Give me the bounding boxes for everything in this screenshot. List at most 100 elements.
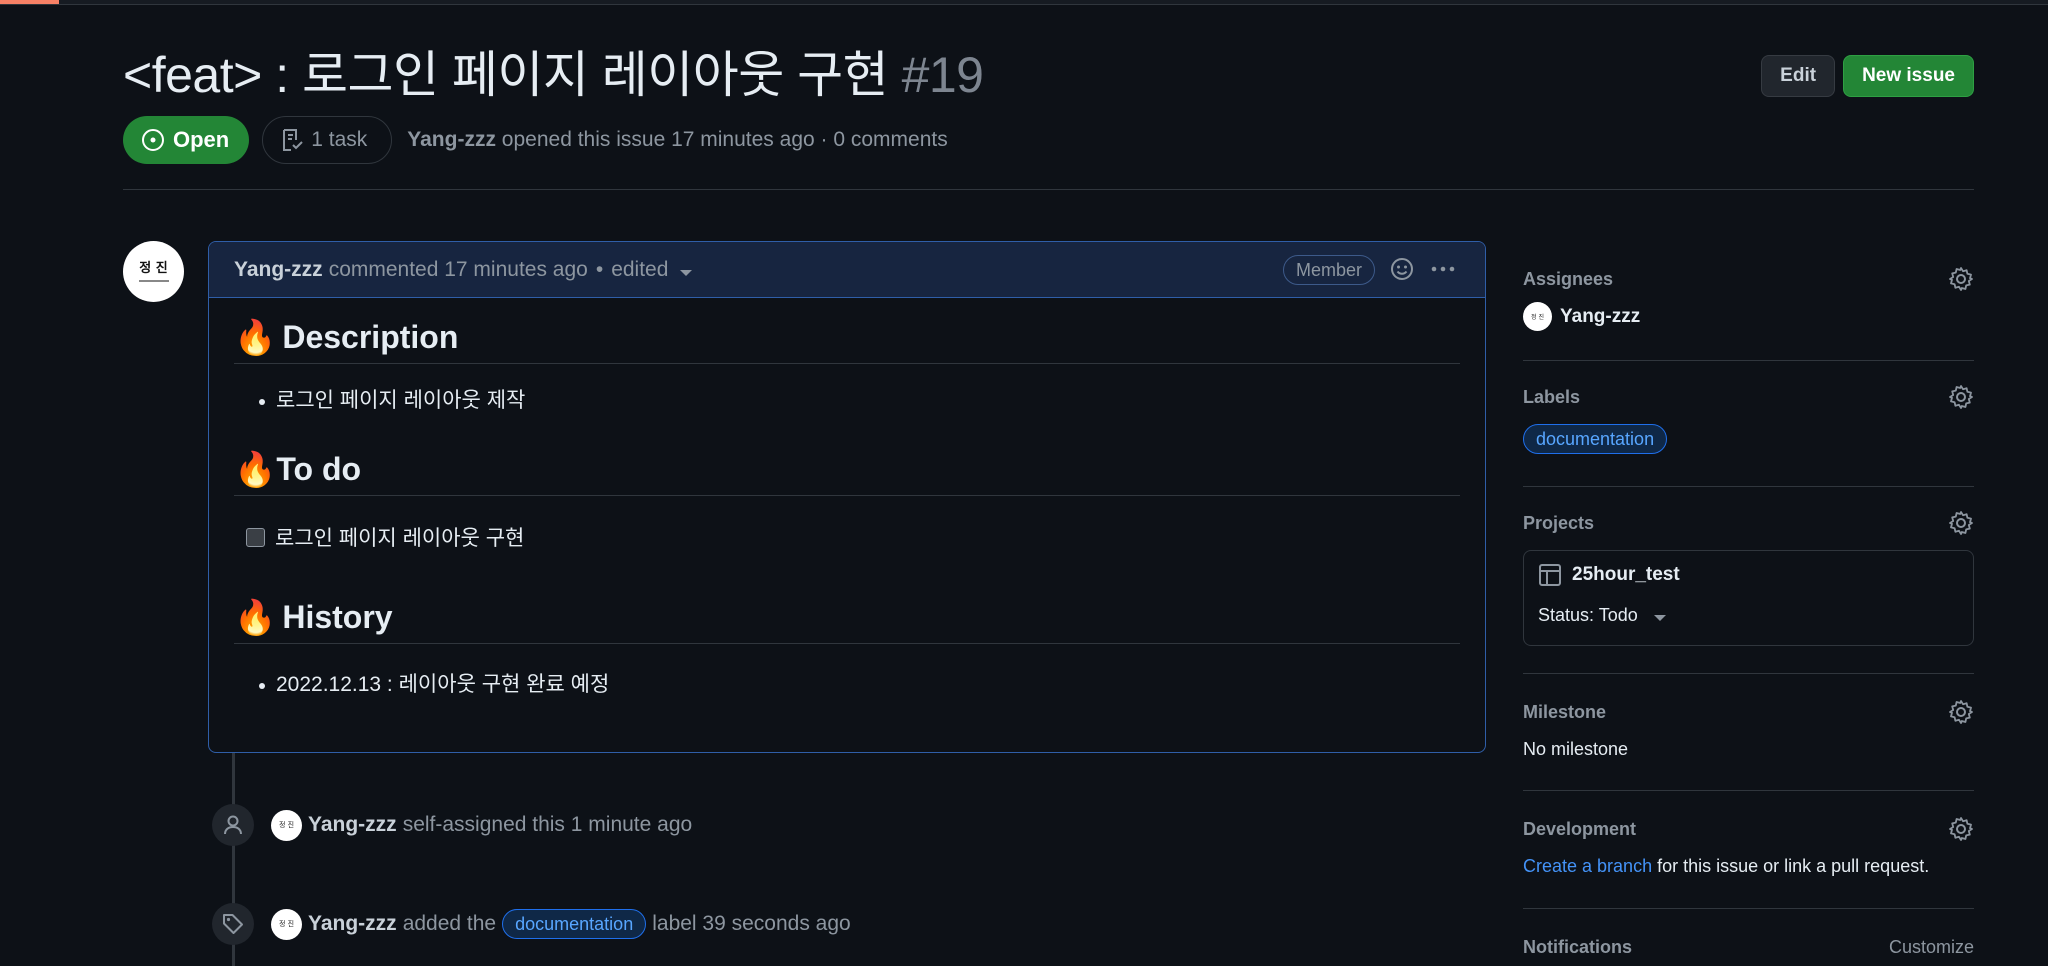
- timeline-action-text: self-assigned this 1 minute ago: [402, 813, 693, 836]
- gear-icon[interactable]: [1948, 816, 1974, 842]
- issue-sidebar: Assignees 정 진 Yang-zzz Labels documentat…: [1523, 255, 1974, 960]
- section-heading-text: To do: [276, 451, 362, 487]
- edit-button[interactable]: Edit: [1761, 55, 1836, 97]
- issue-opened-text: opened this issue 17 minutes ago · 0 com…: [501, 128, 948, 151]
- history-list: 2022.12.13 : 레이아웃 구현 완료 예정: [234, 670, 1460, 700]
- gear-icon[interactable]: [1948, 510, 1974, 536]
- section-heading-text: Description: [282, 319, 459, 355]
- timeline-event-assigned: 정 진 Yang-zzz self-assigned this 1 minute…: [212, 804, 692, 846]
- issue-comment: Yang-zzz commented 17 minutes ago • edit…: [208, 241, 1486, 753]
- issue-state-badge: Open: [123, 116, 250, 164]
- project-card[interactable]: 25hour_test Status: Todo: [1523, 550, 1974, 646]
- issue-title-text: <feat> : 로그인 페이지 레이아웃 구현: [123, 47, 889, 103]
- kebab-horizontal-icon[interactable]: [1429, 256, 1457, 282]
- issue-author-link[interactable]: Yang-zzz: [407, 128, 496, 151]
- label-documentation[interactable]: documentation: [502, 909, 647, 939]
- assignee-item[interactable]: 정 진 Yang-zzz: [1523, 302, 1974, 331]
- timeline-icon-badge: [212, 903, 254, 945]
- task-label: 로그인 페이지 레이아웃 구현: [275, 527, 525, 550]
- gear-icon[interactable]: [1948, 384, 1974, 410]
- tag-icon: [223, 914, 243, 934]
- sidebar-section-title: Development: [1523, 818, 1637, 839]
- timeline-text: Yang-zzz added the documentation label 3…: [308, 909, 851, 939]
- timeline-icon-badge: [212, 804, 254, 846]
- issue-opened-icon: [142, 129, 164, 151]
- description-list: 로그인 페이지 레이아웃 제작: [234, 386, 1460, 416]
- timeline-event-labeled: 정 진 Yang-zzz added the documentation lab…: [212, 903, 851, 945]
- milestone-value: No milestone: [1523, 739, 1629, 759]
- sidebar-notifications: Notifications Customize: [1523, 909, 1974, 960]
- sidebar-section-title: Projects: [1523, 512, 1595, 533]
- task-list-item: 로그인 페이지 레이아웃 구현: [234, 522, 1460, 552]
- avatar[interactable]: 정 진: [123, 241, 184, 302]
- timeline-author-link[interactable]: Yang-zzz: [308, 912, 397, 936]
- comment-separator: •: [595, 257, 604, 281]
- sidebar-milestone: Milestone No milestone: [1523, 674, 1974, 791]
- smiley-icon[interactable]: [1389, 256, 1415, 282]
- development-rest-text: for this issue or link a pull request.: [1657, 856, 1930, 876]
- assignee-name: Yang-zzz: [1560, 305, 1641, 327]
- list-item: 2022.12.13 : 레이아웃 구현 완료 예정: [259, 670, 1460, 700]
- project-name: 25hour_test: [1572, 564, 1680, 585]
- comment-actions: [1389, 256, 1457, 282]
- gear-icon[interactable]: [1948, 266, 1974, 292]
- issue-header: <feat> : 로그인 페이지 레이아웃 구현 #19 Edit New is…: [123, 44, 1974, 106]
- development-text: Create a branch for this issue or link a…: [1523, 856, 1974, 877]
- task-count-label: 1 task: [311, 128, 368, 151]
- header-divider: [123, 189, 1974, 190]
- create-branch-link[interactable]: Create a branch: [1523, 856, 1652, 876]
- avatar[interactable]: 정 진: [271, 908, 302, 940]
- section-heading-todo: 🔥 To do: [234, 448, 1460, 496]
- customize-notifications-link[interactable]: Customize: [1889, 934, 1974, 960]
- timeline-action-text: added the: [402, 912, 497, 935]
- fire-icon: 🔥: [234, 598, 277, 637]
- project-title: 25hour_test: [1538, 563, 1959, 587]
- task-list-icon: [283, 129, 303, 151]
- comment-edited-label: edited: [611, 257, 669, 281]
- issue-title: <feat> : 로그인 페이지 레이아웃 구현 #19: [123, 44, 1974, 106]
- section-heading-history: 🔥 History: [234, 596, 1460, 644]
- comment-edited-dropdown[interactable]: edited: [611, 257, 693, 282]
- comment-header: Yang-zzz commented 17 minutes ago • edit…: [209, 242, 1485, 298]
- avatar-decoration: [138, 279, 169, 282]
- comment-body: 🔥 Description 로그인 페이지 레이아웃 제작 🔥 To do 로그…: [209, 316, 1485, 700]
- fire-icon: 🔥: [234, 450, 277, 489]
- header-actions: Edit New issue: [1761, 55, 1974, 97]
- task-checkbox[interactable]: [246, 527, 265, 547]
- project-status-dropdown[interactable]: Status: Todo: [1538, 605, 1959, 626]
- task-count-badge[interactable]: 1 task: [262, 116, 393, 164]
- comment-author-link[interactable]: Yang-zzz: [234, 258, 323, 282]
- role-badge: Member: [1282, 255, 1375, 285]
- section-heading-description: 🔥 Description: [234, 316, 1460, 364]
- avatar-text: 정 진: [139, 260, 168, 276]
- gear-icon[interactable]: [1948, 699, 1974, 725]
- list-item: 로그인 페이지 레이아웃 제작: [259, 386, 1460, 416]
- avatar: 정 진: [1523, 302, 1552, 331]
- issue-opened-meta: Yang-zzz opened this issue 17 minutes ag…: [407, 128, 947, 152]
- page-load-progress: [0, 0, 2048, 5]
- sidebar-development: Development Create a branch for this iss…: [1523, 791, 1974, 909]
- timeline-action-text: label 39 seconds ago: [652, 912, 851, 935]
- avatar[interactable]: 정 진: [271, 809, 302, 841]
- sidebar-section-title: Labels: [1523, 386, 1581, 407]
- label-documentation[interactable]: documentation: [1523, 424, 1668, 454]
- person-icon: [224, 815, 242, 835]
- section-heading-text: History: [282, 599, 393, 635]
- sidebar-projects: Projects 25hour_test Status: Todo: [1523, 487, 1974, 674]
- chevron-down-icon: [680, 269, 693, 276]
- sidebar-section-title: Milestone: [1523, 701, 1607, 722]
- table-icon: [1539, 564, 1561, 586]
- issue-meta: Open 1 task Yang-zzz opened this issue 1…: [123, 116, 948, 164]
- sidebar-assignees: Assignees 정 진 Yang-zzz: [1523, 255, 1974, 361]
- fire-icon: 🔥: [234, 318, 277, 357]
- label-list: documentation: [1523, 424, 1974, 454]
- issue-state-label: Open: [173, 127, 230, 152]
- sidebar-section-title: Assignees: [1523, 268, 1614, 289]
- page-load-progress-fill: [0, 0, 60, 4]
- issue-number: #19: [901, 47, 984, 103]
- timeline-text: Yang-zzz self-assigned this 1 minute ago: [308, 813, 692, 837]
- timeline-author-link[interactable]: Yang-zzz: [308, 813, 397, 837]
- new-issue-button[interactable]: New issue: [1843, 55, 1974, 97]
- chevron-down-icon: [1653, 614, 1666, 621]
- sidebar-labels: Labels documentation: [1523, 361, 1974, 487]
